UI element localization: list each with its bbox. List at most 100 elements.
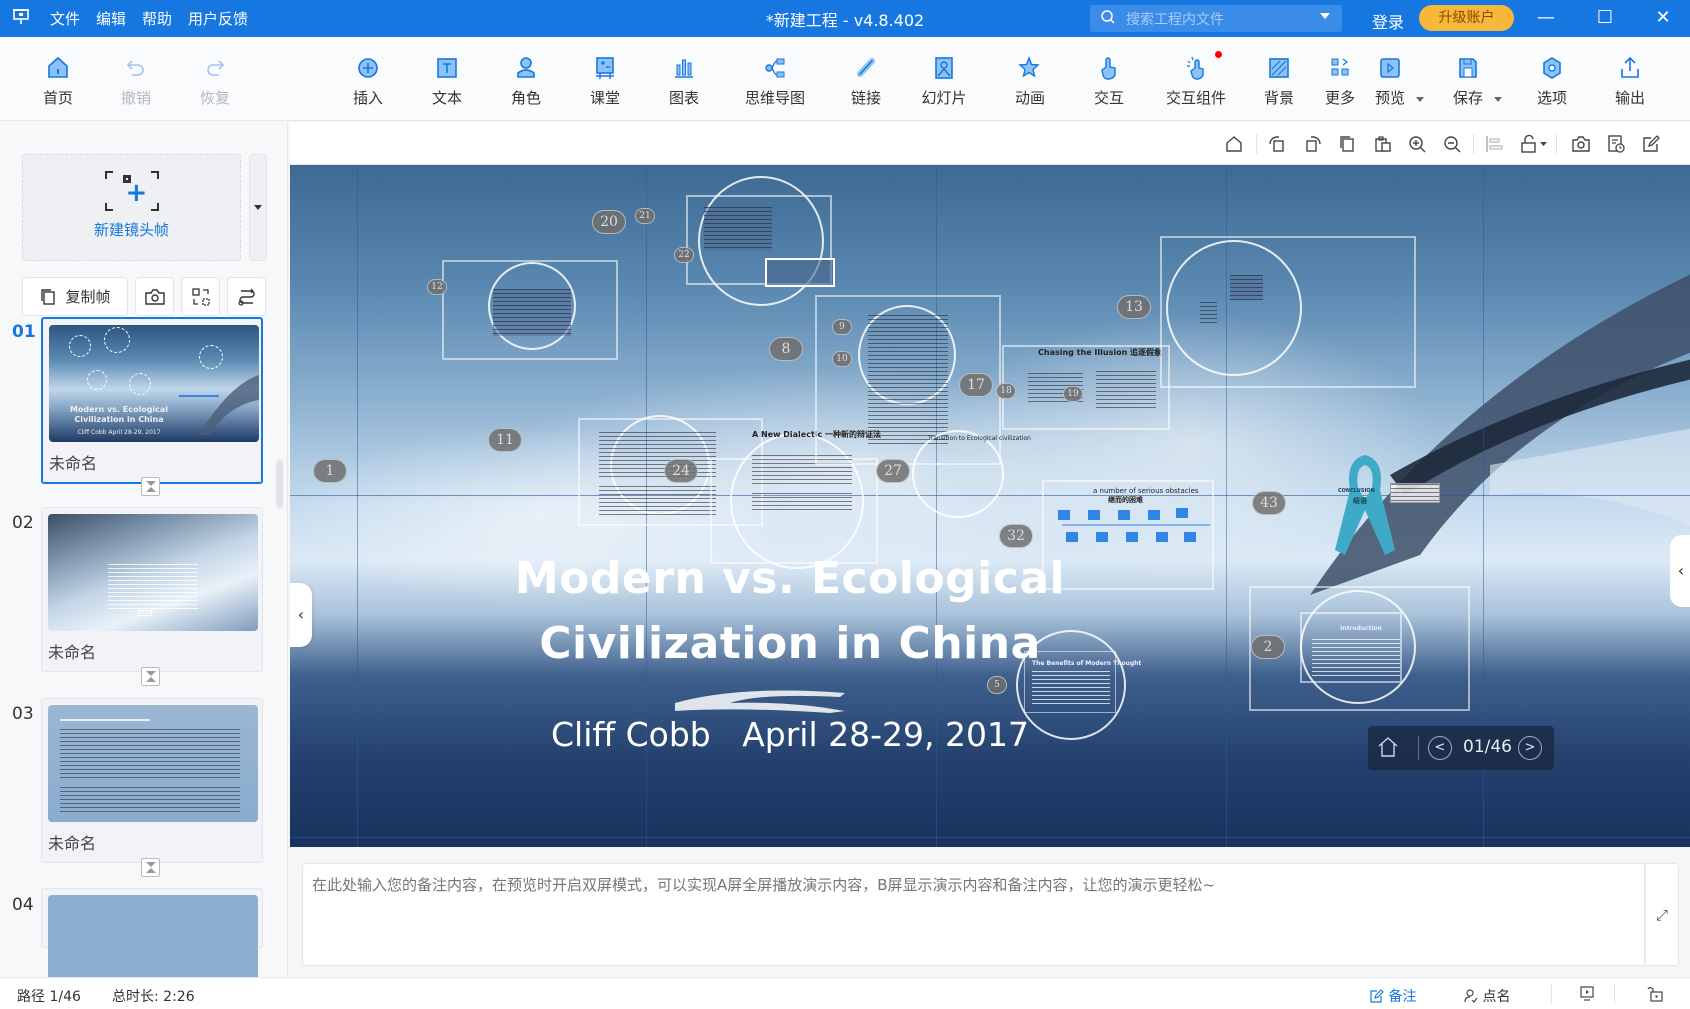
- next-frame-button[interactable]: >: [1518, 736, 1542, 760]
- save-dropdown-icon[interactable]: [1494, 97, 1502, 102]
- path-badge-22[interactable]: 22: [674, 247, 694, 263]
- expand-right-panel-button[interactable]: ‹: [1670, 535, 1690, 607]
- screenshot-icon[interactable]: [1571, 134, 1591, 154]
- classroom-button[interactable]: 课堂: [573, 55, 637, 108]
- expand-icon[interactable]: ⤢: [1645, 863, 1679, 966]
- frame-switch-button[interactable]: [181, 277, 220, 316]
- path-badge-24[interactable]: 24: [664, 459, 698, 483]
- rollcall-button[interactable]: 点名: [1464, 986, 1510, 1006]
- frame-transition[interactable]: [912, 430, 1004, 518]
- more-button[interactable]: 更多: [1318, 55, 1362, 108]
- chart-button[interactable]: 图表: [652, 55, 716, 108]
- divider: [1556, 134, 1557, 154]
- character-button[interactable]: 角色: [494, 55, 558, 108]
- slide-card-3[interactable]: 未命名: [41, 698, 263, 863]
- presentation-title-line2[interactable]: Civilization in China: [290, 618, 1290, 669]
- mindmap-button[interactable]: 思维导图: [735, 55, 815, 108]
- upgrade-button[interactable]: 升级账户: [1419, 5, 1514, 31]
- new-frame-button[interactable]: + 新建镜头帧: [22, 154, 241, 261]
- slide-card-4[interactable]: [41, 888, 263, 977]
- prev-frame-button[interactable]: <: [1428, 736, 1452, 760]
- path-badge-20[interactable]: 20: [592, 210, 626, 234]
- path-badge-43[interactable]: 43: [1252, 491, 1286, 515]
- path-badge-32[interactable]: 32: [999, 524, 1033, 548]
- rotate-left-icon[interactable]: [1267, 134, 1287, 154]
- slide-name[interactable]: 未命名: [42, 637, 262, 671]
- copy-frame-button[interactable]: 复制帧: [22, 277, 128, 316]
- animation-button[interactable]: 动画: [998, 55, 1062, 108]
- background-button[interactable]: 背景: [1247, 55, 1311, 108]
- slide-card-1[interactable]: Modern vs. Ecological Civilization in Ch…: [41, 317, 263, 484]
- timer-icon[interactable]: [1606, 134, 1626, 154]
- transition-icon[interactable]: [141, 477, 160, 496]
- collapse-sidebar-button[interactable]: ‹: [290, 583, 312, 647]
- preview-dropdown-icon[interactable]: [1416, 97, 1424, 102]
- redo-button[interactable]: 恢复: [183, 55, 247, 108]
- interactive-widget-button[interactable]: 交互组件: [1156, 51, 1236, 108]
- presentation-subtitle[interactable]: Cliff Cobb April 28-29, 2017: [290, 715, 1290, 754]
- path-badge-17[interactable]: 17: [959, 373, 993, 397]
- search-dropdown-icon[interactable]: [1320, 13, 1330, 19]
- path-badge-13[interactable]: 13: [1117, 295, 1151, 319]
- lock-toggle-icon[interactable]: [1647, 986, 1665, 1006]
- notes-input[interactable]: [302, 863, 1645, 966]
- save-button[interactable]: 保存: [1436, 55, 1502, 108]
- preview-button[interactable]: 预览: [1358, 55, 1424, 108]
- frame-circle[interactable]: [1166, 240, 1302, 376]
- zoom-out-icon[interactable]: [1442, 134, 1462, 154]
- path-badge-8[interactable]: 8: [769, 337, 803, 361]
- slide-card-2[interactable]: 未命名: [41, 507, 263, 672]
- text-button[interactable]: 文本: [415, 55, 479, 108]
- insert-button[interactable]: 插入: [336, 55, 400, 108]
- transition-icon[interactable]: [141, 858, 160, 877]
- path-button[interactable]: [227, 277, 266, 316]
- lock-icon[interactable]: [1520, 134, 1550, 154]
- more-icon: [1331, 58, 1349, 76]
- export-button[interactable]: 输出: [1598, 55, 1662, 108]
- maximize-button[interactable]: ☐: [1590, 4, 1620, 32]
- presentation-canvas[interactable]: A New Dialectic 一种新的辩证法 Chasing the Illu…: [290, 165, 1690, 847]
- path-badge-18[interactable]: 18: [996, 383, 1016, 399]
- align-icon[interactable]: [1484, 134, 1504, 154]
- slide-icon: [935, 57, 953, 79]
- path-badge-9[interactable]: 9: [832, 319, 852, 335]
- copy-icon[interactable]: [1337, 134, 1357, 154]
- menu-feedback[interactable]: 用户反馈: [188, 8, 248, 29]
- path-badge-1[interactable]: 1: [313, 459, 347, 483]
- undo-button[interactable]: 撤销: [104, 55, 168, 108]
- login-link[interactable]: 登录: [1372, 9, 1404, 33]
- menu-file[interactable]: 文件: [50, 8, 80, 29]
- presentation-title-line1[interactable]: Modern vs. Ecological: [290, 553, 1290, 604]
- edit-icon[interactable]: [1641, 134, 1661, 154]
- close-button[interactable]: ✕: [1648, 4, 1678, 32]
- menu-help[interactable]: 帮助: [142, 8, 172, 29]
- path-badge-10[interactable]: 10: [832, 351, 852, 367]
- path-badge-12[interactable]: 12: [427, 279, 447, 295]
- link-button[interactable]: 链接: [834, 55, 898, 108]
- rotate-right-icon[interactable]: [1303, 134, 1323, 154]
- search-input[interactable]: 搜索工程内文件: [1090, 5, 1342, 32]
- sidebar-scrollbar[interactable]: [276, 460, 283, 508]
- path-badge-19[interactable]: 19: [1063, 386, 1083, 402]
- path-badge-5[interactable]: 5: [987, 676, 1007, 694]
- path-badge-27[interactable]: 27: [876, 459, 910, 483]
- options-button[interactable]: 选项: [1520, 55, 1584, 108]
- new-frame-dropdown[interactable]: [249, 154, 267, 261]
- notes-toggle[interactable]: 备注: [1370, 986, 1416, 1006]
- presenter-view-icon[interactable]: [1578, 986, 1596, 1006]
- frame-22-content[interactable]: [765, 258, 835, 287]
- transition-icon[interactable]: [141, 667, 160, 686]
- home-button[interactable]: 首页: [26, 55, 90, 108]
- slide-name[interactable]: 未命名: [42, 828, 262, 862]
- menu-edit[interactable]: 编辑: [96, 8, 126, 29]
- zoom-in-icon[interactable]: [1407, 134, 1427, 154]
- home-view-icon[interactable]: [1224, 134, 1244, 154]
- minimize-button[interactable]: —: [1531, 4, 1561, 32]
- path-badge-11[interactable]: 11: [488, 428, 522, 452]
- slide-button[interactable]: 幻灯片: [912, 55, 976, 108]
- paste-icon[interactable]: [1373, 134, 1393, 154]
- home-icon[interactable]: [1376, 735, 1400, 759]
- path-badge-21[interactable]: 21: [635, 208, 655, 224]
- interact-button[interactable]: 交互: [1077, 55, 1141, 108]
- camera-button[interactable]: [135, 277, 174, 316]
